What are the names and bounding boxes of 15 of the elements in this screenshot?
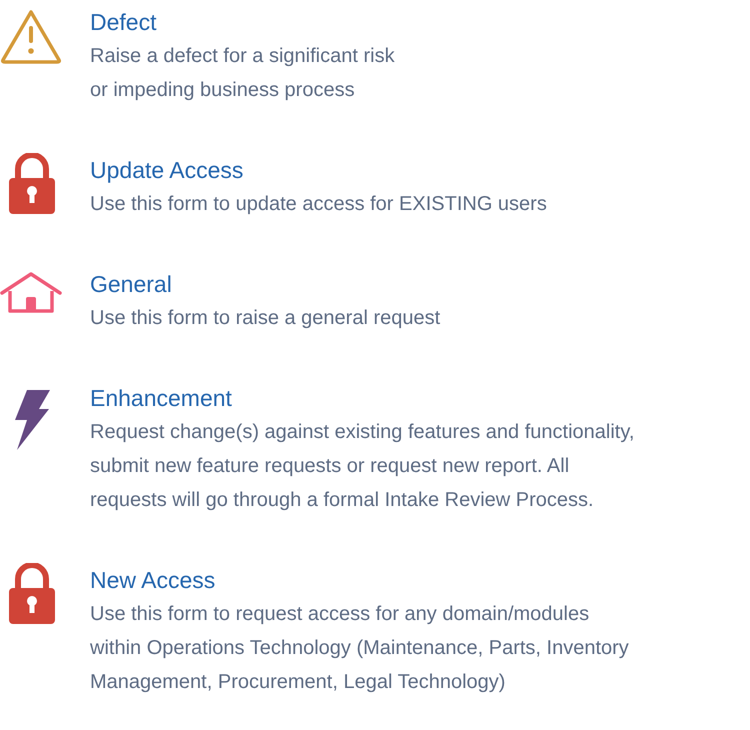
request-type-link[interactable]: Defect bbox=[90, 5, 156, 39]
request-type-description: Use this form to update access for EXISTING users bbox=[90, 192, 547, 217]
request-type-link[interactable]: General bbox=[90, 267, 172, 301]
request-type-link[interactable]: Enhancement bbox=[90, 381, 232, 415]
request-type-description: Raise a defect for a significant risk or impeding business process bbox=[90, 44, 395, 103]
request-type-description: Use this form to request access for any domain/modules within Operations Technology (Maintenance, Parts, Inventory Management, Procurement, Legal Technology) bbox=[90, 602, 629, 695]
request-type-link[interactable]: New Access bbox=[90, 563, 216, 597]
lightning-icon bbox=[13, 389, 51, 451]
request-type-description: Request change(s) against existing features and functionality, submit new feature requests or request new report. All requests will go through a formal Intake Review Process. bbox=[90, 420, 634, 513]
request-type-link[interactable]: Update Access bbox=[90, 153, 244, 187]
house-icon bbox=[0, 271, 62, 315]
request-type-description: Use this form to raise a general request bbox=[90, 306, 440, 331]
lock-icon bbox=[8, 153, 56, 215]
lock-icon bbox=[8, 563, 56, 625]
warning-icon bbox=[0, 9, 62, 65]
